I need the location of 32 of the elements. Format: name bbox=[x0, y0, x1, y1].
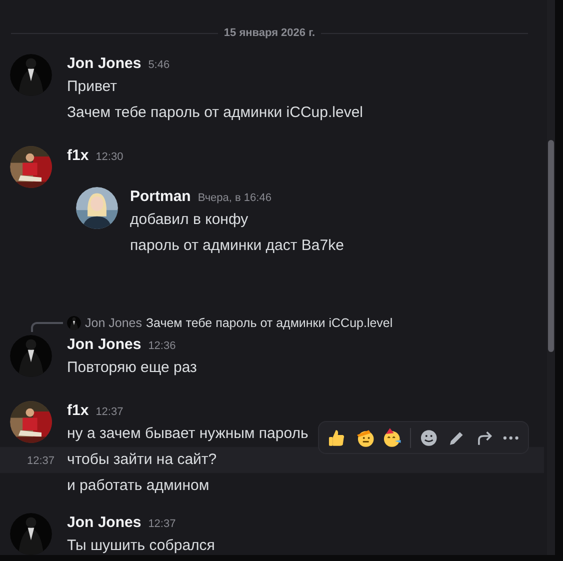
message-text: Зачем тебе пароль от админки iCCup.level bbox=[67, 102, 364, 123]
message-text: пароль от админки даст Ba7ke bbox=[130, 236, 344, 256]
more-icon[interactable] bbox=[502, 434, 520, 440]
message-time: Вчера, в 16:46 bbox=[198, 191, 272, 206]
hover-time: 12:37 bbox=[27, 455, 55, 467]
message-text: и работать админом bbox=[67, 476, 210, 496]
scrollbar-thumb[interactable] bbox=[548, 140, 554, 352]
author-name: Jon Jones bbox=[67, 54, 142, 74]
message-time: 12:36 bbox=[148, 339, 176, 354]
date-divider: 15 января 2026 г. bbox=[224, 26, 316, 41]
saluting-face-icon[interactable] bbox=[354, 428, 374, 448]
message-time: 5:46 bbox=[148, 58, 170, 73]
author-name: Jon Jones bbox=[67, 513, 142, 533]
party-face-icon[interactable] bbox=[382, 428, 402, 448]
thumbs-up-icon[interactable] bbox=[327, 428, 347, 448]
message-text: добавил в конфу bbox=[130, 210, 250, 230]
reply-author: Jon Jones bbox=[85, 314, 142, 332]
message-text: Привет bbox=[67, 76, 118, 97]
message-time: 12:37 bbox=[96, 405, 124, 420]
author-name: f1x bbox=[67, 401, 89, 421]
message-time: 12:30 bbox=[96, 150, 124, 165]
reply-spine bbox=[31, 322, 63, 332]
message-text: чтобы зайти на сайт? bbox=[67, 450, 217, 470]
message-text: Ты шушить собрался bbox=[67, 536, 215, 556]
reply-text: Зачем тебе пароль от админки iCCup.level bbox=[146, 314, 393, 332]
author-name: Portman bbox=[130, 187, 191, 207]
author-name: Jon Jones bbox=[67, 335, 142, 355]
message-text: Повторяю еще раз bbox=[67, 358, 197, 378]
add-reaction-icon[interactable] bbox=[419, 428, 439, 448]
author-name: f1x bbox=[67, 146, 89, 166]
message-time: 12:37 bbox=[148, 517, 176, 532]
message-text: ну а зачем бывает нужным пароль bbox=[67, 424, 308, 444]
